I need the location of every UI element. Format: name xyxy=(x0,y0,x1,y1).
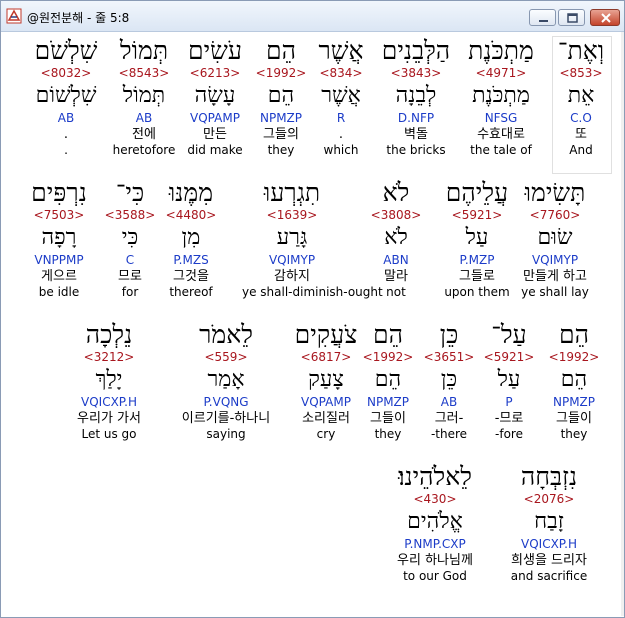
lemma-word: לֹא xyxy=(384,225,408,250)
korean-gloss: 수효대로 xyxy=(477,127,525,142)
lemma-word: שִׁלְשׁוֹם xyxy=(35,83,97,108)
english-gloss: saying xyxy=(206,427,246,441)
korean-gloss: 우리 하나님께 xyxy=(397,553,473,568)
english-gloss: to our God xyxy=(403,569,467,583)
english-gloss: be idle xyxy=(38,285,80,299)
korean-gloss: . xyxy=(63,127,69,142)
word-cell[interactable]: שִׁלְשֹׁם <8032> שִׁלְשׁוֹם AB.. xyxy=(16,36,116,158)
english-gloss: the tale of xyxy=(470,143,532,157)
korean-gloss: 우리가 가서 xyxy=(77,411,141,426)
hebrew-word: נִזְבְּחָה xyxy=(520,462,578,491)
maximize-button[interactable] xyxy=(558,9,585,26)
strong-number: <4971> xyxy=(475,66,527,80)
parse-code: ABN xyxy=(383,253,409,267)
parse-code: VQICXP.H xyxy=(81,395,137,409)
parse-code: VQICXP.H xyxy=(521,537,577,551)
lemma-word: יָלַךְ xyxy=(95,367,123,392)
hebrew-word: מַתְכֹּנֶת xyxy=(468,36,534,65)
hebrew-word: נִרְפִּים xyxy=(31,178,87,207)
hebrew-word: נֵלְכָה xyxy=(85,320,133,349)
lemma-word: רָפָה xyxy=(41,225,77,250)
window-title: @원전분해 - 줄 5:8 xyxy=(27,11,130,25)
right-edge xyxy=(621,32,624,616)
strong-number: <430> xyxy=(413,492,457,506)
parse-code: VQIMYP xyxy=(268,253,316,267)
parse-code: P.VQNG xyxy=(203,395,249,409)
app-logo-icon[interactable] xyxy=(6,8,22,24)
lemma-word: אָמַר xyxy=(207,367,245,392)
korean-gloss: 이르기를-하나니 xyxy=(181,411,271,426)
hebrew-word: תִגְרְעוּ xyxy=(263,178,321,207)
title-bar[interactable]: @원전분해 - 줄 5:8 xyxy=(1,1,624,32)
strong-number: <6817> xyxy=(300,350,352,364)
parse-code: AB xyxy=(57,111,75,125)
hebrew-word: לֵאמֹר xyxy=(199,320,253,349)
english-gloss: cry xyxy=(316,427,336,441)
parse-code: VQPAMP xyxy=(301,395,351,409)
close-button[interactable] xyxy=(590,9,620,26)
parse-code: NFSG xyxy=(484,111,518,125)
strong-number: <559> xyxy=(204,350,248,364)
strong-number: <7503> xyxy=(33,208,85,222)
lemma-word: גָּרַע xyxy=(276,225,308,250)
hebrew-word: לֹא xyxy=(382,178,410,207)
word-cell[interactable]: נֵלְכָה <3212> יָלַךְ VQICXP.H 우리가 가서 Let us … xyxy=(59,320,159,442)
hebrew-word: שִׁלְשֹׁם xyxy=(34,36,98,65)
lemma-word: צָעַק xyxy=(308,367,344,392)
strong-number: <8032> xyxy=(40,66,92,80)
korean-gloss: 감하지 xyxy=(274,269,310,284)
word-cell[interactable]: נִזְבְּחָה <2076> זָבַח VQICXP.H 희생을 드리자 and … xyxy=(499,462,599,584)
parse-code: VNPPMP xyxy=(34,253,84,267)
english-gloss: . xyxy=(64,143,68,157)
parse-code: P.NMP.CXP xyxy=(404,537,466,551)
word-cell[interactable]: צֹעֲקִים <6817> צָעַק VQPAMP 소리질러 cry xyxy=(276,320,376,442)
hebrew-word: לֵאלֹהֵינוּ׃ xyxy=(398,462,472,491)
word-cell[interactable]: נִרְפִּים <7503> רָפָה VNPPMP 게으르 be idle xyxy=(9,178,109,300)
korean-gloss: 소리질러 xyxy=(302,411,350,426)
word-cell[interactable]: לֵאמֹר <559> אָמַר P.VQNG 이르기를-하나니 saying xyxy=(176,320,276,442)
lemma-word: אֱלֹהִים xyxy=(407,509,463,534)
interlinear-content[interactable]: וְאֶת־ <853> אֵת C.O 또 And מַתְכֹּנֶת <4971> מַת… xyxy=(4,32,621,616)
hebrew-word: צֹעֲקִים xyxy=(294,320,358,349)
korean-gloss: 게으르 xyxy=(41,269,77,284)
korean-gloss: 말라 xyxy=(384,269,408,284)
app-window: @원전분해 - 줄 5:8 וְאֶת־ <853> אֵת C.O 또 And מַתְכ… xyxy=(0,0,625,618)
english-gloss: and sacrifice xyxy=(510,569,588,583)
lemma-word: מַתְכֹּנֶת xyxy=(472,83,530,108)
english-gloss: Let us go xyxy=(81,427,137,441)
lemma-word: זָבַח xyxy=(534,509,564,534)
word-cell[interactable]: מַתְכֹּנֶת <4971> מַתְכֹּנֶת NFSG 수효대로 the ta… xyxy=(451,36,551,158)
word-cell[interactable]: לֹא <3808> לֹא ABN 말라 not xyxy=(346,178,446,300)
strong-number: <1639> xyxy=(266,208,318,222)
word-cell[interactable]: תִגְרְעוּ <1639> גָּרַע VQIMYP 감하지 ye shall-d… xyxy=(242,178,383,300)
strong-number: <2076> xyxy=(523,492,575,506)
word-cell[interactable]: לֵאלֹהֵינוּ׃ <430> אֱלֹהִים P.NMP.CXP 우리 하나님… xyxy=(385,462,485,584)
english-gloss: ye shall-diminish-ought xyxy=(242,285,383,299)
strong-number: <3212> xyxy=(83,350,135,364)
korean-gloss: 희생을 드리자 xyxy=(511,553,587,568)
strong-number: <3808> xyxy=(370,208,422,222)
minimize-button[interactable] xyxy=(529,9,556,26)
